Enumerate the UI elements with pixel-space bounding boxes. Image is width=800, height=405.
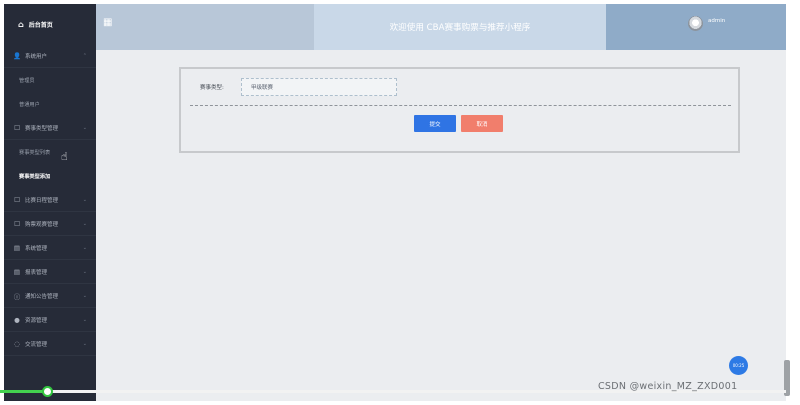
chevron-down-icon: ⌄ (82, 196, 87, 203)
sidebar-group-label: 通知公告管理 (25, 293, 59, 300)
event-type-form: 赛事类型: 提交 取消 (179, 67, 740, 153)
event-type-input[interactable] (241, 78, 397, 96)
chevron-down-icon: ⌄ (82, 124, 87, 131)
location-icon: ● (14, 315, 20, 324)
timer-badge[interactable]: 00:25 (729, 356, 748, 375)
app-frame: ⌂ 后台首页 👤 系统用户 ⌃ 管理员 普通用户 ☐ 赛事类型管理 ⌄ 赛事类型… (4, 4, 786, 401)
video-progress-fill (0, 390, 47, 393)
sidebar-group-reports[interactable]: ▤ 报表管理 ⌄ (4, 260, 96, 284)
sidebar-group-label: 报表管理 (25, 269, 48, 276)
chevron-down-icon: ⌄ (82, 220, 87, 227)
sidebar-group-label: 购票观赛管理 (25, 221, 59, 228)
cancel-button[interactable]: 取消 (461, 115, 503, 132)
folder-icon: ☐ (14, 219, 20, 228)
watermark: CSDN @weixin_MZ_ZXD001 (598, 381, 738, 392)
chevron-up-icon: ⌃ (82, 52, 87, 59)
sidebar-item-event-type-add[interactable]: 赛事类型添加 (4, 164, 96, 188)
sidebar-group-notices[interactable]: ⓘ 通知公告管理 ⌄ (4, 284, 96, 308)
sidebar-group-system[interactable]: ▤ 系统管理 ⌄ (4, 236, 96, 260)
sidebar-group-label: 交流管理 (25, 341, 48, 348)
sidebar-group-tickets[interactable]: ☐ 购票观赛管理 ⌄ (4, 212, 96, 236)
sidebar-group-label: 赛事类型管理 (25, 125, 59, 132)
sidebar-item-normal-users[interactable]: 普通用户 (4, 92, 96, 116)
sidebar-group-label: 比赛日程管理 (25, 197, 59, 204)
sidebar-group-exchange[interactable]: ◌ 交流管理 ⌄ (4, 332, 96, 356)
chat-icon: ◌ (14, 339, 20, 348)
submit-button[interactable]: 提交 (414, 115, 456, 132)
form-divider (190, 105, 731, 106)
chevron-down-icon: ⌄ (82, 244, 87, 251)
info-icon: ⓘ (13, 292, 21, 301)
mouse-cursor-icon: ☝ (61, 150, 68, 163)
header-title-box: 欢迎使用 CBA赛事购票与推荐小程序 (314, 4, 606, 50)
sidebar-brand[interactable]: ⌂ 后台首页 (4, 4, 96, 44)
brand-label: 后台首页 (28, 21, 53, 29)
sidebar-group-label: 资源管理 (25, 317, 48, 324)
event-type-label: 赛事类型: (200, 85, 224, 91)
avatar[interactable] (688, 16, 703, 31)
chevron-down-icon: ⌄ (82, 292, 87, 299)
sidebar-group-schedule[interactable]: ☐ 比赛日程管理 ⌄ (4, 188, 96, 212)
chevron-down-icon: ⌄ (82, 340, 87, 347)
video-progress-knob[interactable] (42, 386, 53, 397)
username-label[interactable]: admin (708, 18, 725, 24)
monitor-icon: ▤ (13, 243, 21, 252)
sidebar-group-resources[interactable]: ● 资源管理 ⌄ (4, 308, 96, 332)
person-icon: 👤 (13, 51, 22, 60)
chevron-down-icon: ⌄ (82, 268, 87, 275)
folder-icon: ☐ (14, 195, 20, 204)
page-title: 欢迎使用 CBA赛事购票与推荐小程序 (389, 23, 531, 33)
menu-grid-icon[interactable]: ▦ (103, 17, 112, 28)
sidebar-group-system-users[interactable]: 👤 系统用户 ⌃ (4, 44, 96, 68)
sidebar-group-label: 系统用户 (25, 53, 48, 60)
sidebar: ⌂ 后台首页 👤 系统用户 ⌃ 管理员 普通用户 ☐ 赛事类型管理 ⌄ 赛事类型… (4, 4, 96, 401)
chevron-down-icon: ⌄ (82, 316, 87, 323)
home-icon: ⌂ (18, 19, 24, 29)
folder-icon: ☐ (14, 123, 20, 132)
monitor-icon: ▤ (13, 267, 21, 276)
sidebar-item-admin[interactable]: 管理员 (4, 68, 96, 92)
sidebar-item-event-type-list[interactable]: 赛事类型列表 (4, 140, 96, 164)
sidebar-group-label: 系统管理 (25, 245, 48, 252)
sidebar-group-event-types[interactable]: ☐ 赛事类型管理 ⌄ (4, 116, 96, 140)
top-header: ▦ 欢迎使用 CBA赛事购票与推荐小程序 (96, 4, 786, 50)
